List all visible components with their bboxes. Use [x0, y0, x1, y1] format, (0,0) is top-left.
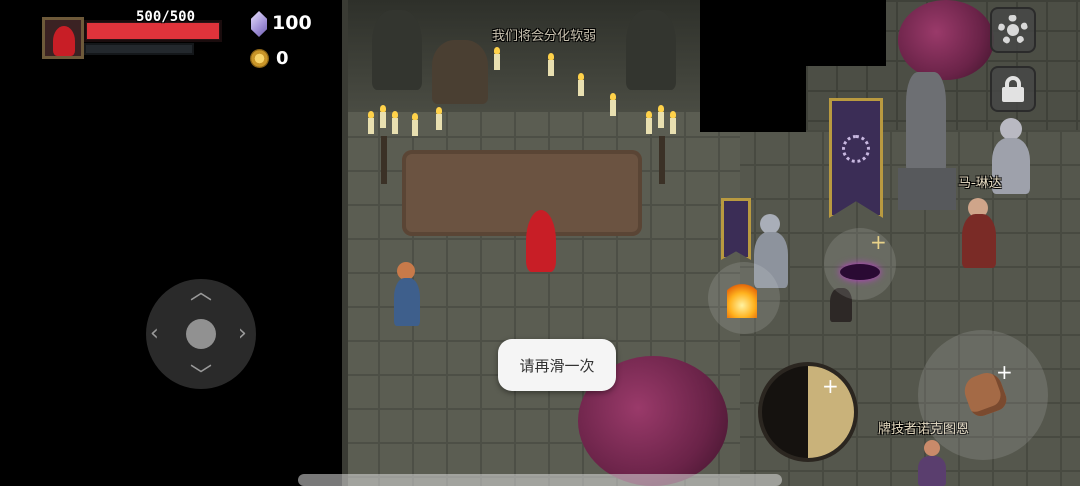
- candle: [436, 107, 442, 130]
- settings-button[interactable]: [990, 7, 1036, 53]
- fire-relic-icon: [727, 282, 757, 318]
- home-indicator-bar[interactable]: [298, 474, 782, 486]
- health-bar-fill: [87, 23, 219, 39]
- joystick-left-arrow-icon: ‹: [150, 321, 159, 346]
- joystick-right-arrow-icon: ›: [238, 321, 247, 346]
- joystick-up-arrow-icon: ︿: [190, 280, 213, 305]
- npc-name-malinda: 马-琳达: [958, 176, 1002, 191]
- candle: [368, 111, 374, 134]
- candle: [670, 111, 676, 134]
- statue-pedestal: [898, 168, 956, 210]
- health-text: 500/500: [136, 9, 196, 25]
- candle: [548, 53, 554, 76]
- gem-count: 100: [272, 12, 312, 34]
- void-area: [806, 0, 886, 66]
- void-area: [700, 0, 806, 132]
- magenta-tree: [898, 0, 994, 80]
- candle: [578, 73, 584, 96]
- lock-button[interactable]: [990, 66, 1036, 112]
- banner-emblem: [842, 134, 870, 163]
- candle: [658, 105, 664, 128]
- dead-tree: [626, 10, 676, 90]
- skill-plus-icon: +: [822, 374, 839, 398]
- attack-plus-icon: +: [996, 360, 1013, 384]
- fur-rug: [402, 150, 642, 236]
- game-world: + 我们将会分化软弱 马-琳达 牌技者诺克图恩: [0, 0, 1080, 486]
- plus-icon: +: [870, 230, 887, 254]
- candle: [494, 47, 500, 70]
- candelabra: [659, 136, 665, 184]
- npc-body: [918, 456, 946, 486]
- hooded-statue: [906, 72, 946, 172]
- candle: [392, 111, 398, 134]
- npc-head: [1000, 118, 1022, 140]
- guild-banner-small: [721, 198, 751, 260]
- candle: [610, 93, 616, 116]
- dark-relic-icon: [840, 264, 880, 280]
- gear-icon: [998, 15, 1028, 45]
- joystick-down-arrow-icon: ﹀: [190, 364, 213, 389]
- candle: [646, 111, 652, 134]
- dead-tree: [372, 10, 422, 90]
- npc-body: [394, 278, 420, 326]
- joystick-knob[interactable]: [186, 319, 216, 349]
- skill-button[interactable]: [758, 362, 858, 462]
- candle: [380, 105, 386, 128]
- toast-message: 请再滑一次: [498, 339, 616, 391]
- weapon-rack: [432, 40, 488, 104]
- mana-bar: [84, 43, 194, 55]
- wall-sign-text: 我们将会分化软弱: [492, 29, 597, 44]
- wall-edge: [342, 0, 348, 486]
- player-cloak: [526, 210, 556, 272]
- npc-head: [760, 214, 780, 234]
- gold-coin-icon: [250, 49, 269, 68]
- candelabra: [381, 136, 387, 184]
- lock-icon: [1002, 76, 1024, 102]
- candle: [412, 113, 418, 136]
- gold-count: 0: [276, 48, 289, 69]
- npc-body: [962, 214, 996, 268]
- guild-banner: [829, 98, 883, 218]
- player-portrait[interactable]: [42, 17, 84, 59]
- portrait-hood: [53, 26, 75, 56]
